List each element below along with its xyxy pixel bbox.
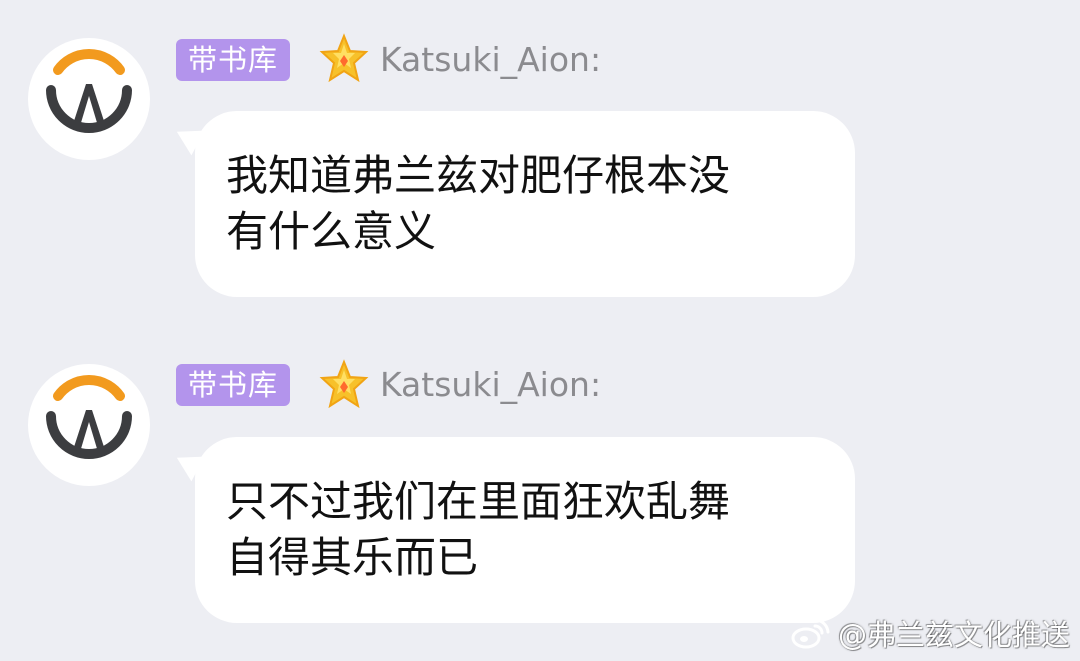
message-bubble: 我知道弗兰兹对肥仔根本没 有什么意义 [170,111,855,297]
user-badge: 带书库 [176,364,291,406]
watermark-text: @弗兰兹文化推送 [837,618,1070,652]
message-text: 我知道弗兰兹对肥仔根本没 有什么意义 [226,151,731,256]
watermark: @弗兰兹文化推送 [788,613,1070,653]
star-icon [318,359,370,411]
bubble-tail [170,119,205,156]
username: Katsuki_Aion: [380,40,602,79]
avatar[interactable] [28,38,150,160]
user-badge: 带书库 [176,39,291,81]
avatar[interactable] [28,364,150,486]
username: Katsuki_Aion: [380,365,602,404]
overwatch-logo-icon [29,365,149,485]
overwatch-logo-icon [29,39,149,159]
star-icon [318,33,370,85]
message-bubble: 只不过我们在里面狂欢乱舞 自得其乐而已 [170,437,855,623]
message-text: 只不过我们在里面狂欢乱舞 自得其乐而已 [226,477,731,582]
weibo-icon [791,618,830,649]
bubble-tail [170,445,205,482]
